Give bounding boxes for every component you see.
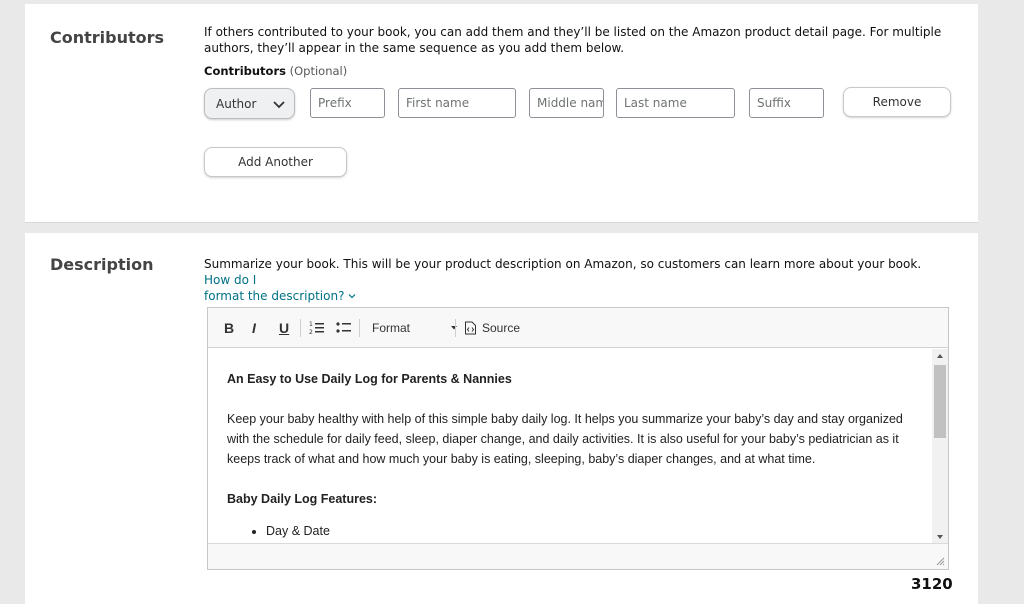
suffix-input[interactable]: Suffix xyxy=(749,88,824,118)
editor-statusbar xyxy=(208,543,948,569)
help-line-1: If others contributed to your book, you … xyxy=(204,25,942,39)
help-line-2: authors, they’ll appear in the same sequ… xyxy=(204,41,625,55)
content-heading: An Easy to Use Daily Log for Parents & N… xyxy=(227,372,512,386)
contributors-field-label: Contributors (Optional) xyxy=(204,64,347,78)
scroll-down-arrow-icon[interactable] xyxy=(932,530,948,544)
source-label: Source xyxy=(482,321,521,335)
contributors-section: Contributors If others contributed to yo… xyxy=(25,0,978,223)
features-list: Day & Date xyxy=(266,521,913,541)
description-editor: B I U 1 2 Format Source An Easy to Use D… xyxy=(207,307,949,570)
help-link-text-1: How do I xyxy=(204,273,257,287)
character-count: 3120 xyxy=(911,575,953,593)
contributors-title: Contributors xyxy=(50,28,165,47)
description-title: Description xyxy=(50,255,154,274)
description-section: Description Summarize your book. This wi… xyxy=(25,233,978,604)
contributors-help-text: If others contributed to your book, you … xyxy=(204,24,941,56)
source-icon xyxy=(465,321,476,335)
numbered-list-icon[interactable]: 1 2 xyxy=(309,319,325,337)
editor-content[interactable]: An Easy to Use Daily Log for Parents & N… xyxy=(208,349,932,544)
contributor-role-select[interactable]: Author xyxy=(204,88,295,119)
paragraph-line-3: keeps track of what and how much your ba… xyxy=(227,452,816,466)
editor-toolbar: B I U 1 2 Format Source xyxy=(208,308,948,348)
bulleted-list-icon[interactable] xyxy=(336,319,352,337)
resize-grip-icon[interactable] xyxy=(935,556,945,566)
toolbar-separator xyxy=(300,319,301,337)
add-another-button[interactable]: Add Another xyxy=(204,147,347,177)
format-label: Format xyxy=(372,321,411,335)
content-paragraph: Keep your baby healthy with help of this… xyxy=(227,409,913,469)
svg-text:1: 1 xyxy=(309,321,313,328)
middle-name-input[interactable]: Middle name xyxy=(529,88,604,118)
svg-text:2: 2 xyxy=(309,329,313,336)
description-help-text: Summarize your book. This will be your p… xyxy=(204,256,949,304)
format-help-link[interactable]: How do I format the description? xyxy=(204,273,356,303)
middle-name-placeholder: Middle name xyxy=(537,96,603,110)
features-heading: Baby Daily Log Features: xyxy=(227,492,378,506)
source-button[interactable]: Source xyxy=(464,319,520,337)
contributors-label: Contributors xyxy=(204,64,286,78)
chevron-down-icon xyxy=(348,294,356,299)
chevron-down-icon xyxy=(273,101,285,109)
paragraph-line-2: with the schedule for daily feed, sleep,… xyxy=(227,432,899,446)
bold-button[interactable]: B xyxy=(224,319,234,337)
paragraph-line-1: Keep your baby healthy with help of this… xyxy=(227,412,903,426)
prefix-placeholder: Prefix xyxy=(318,96,352,110)
optional-label: (Optional) xyxy=(289,64,348,78)
prefix-input[interactable]: Prefix xyxy=(310,88,385,118)
underline-button[interactable]: U xyxy=(279,319,289,337)
last-name-placeholder: Last name xyxy=(624,96,687,110)
scroll-up-arrow-icon[interactable] xyxy=(932,349,948,363)
remove-button[interactable]: Remove xyxy=(843,87,951,117)
toolbar-separator xyxy=(359,319,360,337)
first-name-placeholder: First name xyxy=(406,96,470,110)
list-item: Day & Date xyxy=(266,521,913,541)
suffix-placeholder: Suffix xyxy=(757,96,791,110)
italic-button[interactable]: I xyxy=(252,319,256,337)
first-name-input[interactable]: First name xyxy=(398,88,516,118)
editor-scrollbar[interactable] xyxy=(932,349,948,544)
format-dropdown[interactable]: Format xyxy=(372,319,458,337)
toolbar-separator xyxy=(455,319,456,337)
role-select-value: Author xyxy=(216,96,257,111)
help-link-text-2: format the description? xyxy=(204,289,345,303)
description-help: Summarize your book. This will be your p… xyxy=(204,257,922,271)
last-name-input[interactable]: Last name xyxy=(616,88,735,118)
scrollbar-thumb[interactable] xyxy=(934,365,946,438)
